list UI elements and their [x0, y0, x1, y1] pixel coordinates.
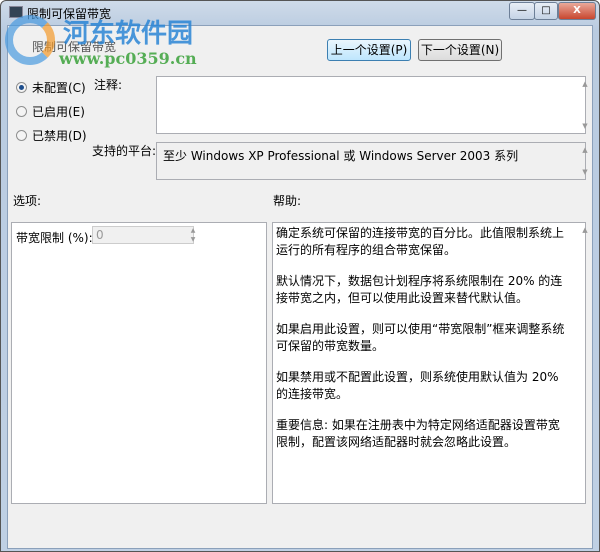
help-paragraph: 重要信息: 如果在注册表中为特定网络适配器设置带宽限制，配置该网络适配器时就会忽…: [276, 418, 560, 449]
radio-dot: [16, 82, 27, 93]
radio-label: 已启用(E): [32, 105, 85, 119]
radio-dot: [16, 106, 27, 117]
radio-dot: [16, 130, 27, 141]
platform-scrollbar[interactable]: ▲ ▼: [569, 143, 587, 179]
radio-enabled[interactable]: 已启用(E): [16, 103, 85, 120]
bandwidth-limit-label: 带宽限制 (%):: [16, 231, 93, 245]
help-paragraph: 如果启用此设置，则可以使用“带宽限制”框来调整系统可保留的带宽数量。: [276, 322, 565, 353]
watermark-logo-icon: [5, 15, 55, 65]
comment-label: 注释:: [94, 78, 123, 92]
platform-label: 支持的平台:: [92, 144, 157, 158]
maximize-button[interactable]: □: [534, 2, 558, 20]
policy-window: 限制可保留带宽 — □ X 限制可保留带宽 上一个设置(P) 下一个设置(N) …: [0, 0, 600, 552]
options-panel: 带宽限制 (%): 0 ▲ ▼: [11, 222, 267, 504]
bandwidth-limit-value: 0: [96, 228, 104, 242]
close-button[interactable]: X: [558, 2, 596, 20]
platform-field: 至少 Windows XP Professional 或 Windows Ser…: [156, 142, 588, 180]
minimize-button[interactable]: —: [509, 2, 535, 20]
platform-value: 至少 Windows XP Professional 或 Windows Ser…: [163, 149, 519, 163]
spinner-arrows[interactable]: ▲ ▼: [181, 227, 196, 243]
bandwidth-limit-spinner[interactable]: 0 ▲ ▼: [92, 226, 196, 244]
radio-label: 已禁用(D): [32, 129, 87, 143]
help-panel: 确定系统可保留的连接带宽的百分比。此值限制系统上运行的所有程序的组合带宽保留。 …: [272, 222, 588, 504]
watermark-site: 河东软件园: [63, 19, 194, 49]
radio-not-configured[interactable]: 未配置(C): [16, 79, 86, 96]
options-heading: 选项:: [13, 194, 42, 208]
radio-disabled[interactable]: 已禁用(D): [16, 127, 87, 144]
help-paragraph: 默认情况下，数据包计划程序将系统限制在 20% 的连接带宽之内，但可以使用此设置…: [276, 274, 563, 305]
help-scrollbar[interactable]: ▲: [569, 223, 587, 503]
comment-scrollbar[interactable]: ▲ ▼: [569, 77, 587, 133]
help-paragraph: 如果禁用或不配置此设置，则系统使用默认值为 20% 的连接带宽。: [276, 370, 559, 401]
help-paragraph: 确定系统可保留的连接带宽的百分比。此值限制系统上运行的所有程序的组合带宽保留。: [276, 226, 565, 257]
watermark-url: www.pc0359.cn: [59, 49, 197, 68]
prev-setting-button[interactable]: 上一个设置(P): [327, 39, 411, 61]
comment-input[interactable]: ▲ ▼: [156, 76, 588, 134]
next-setting-button[interactable]: 下一个设置(N): [418, 39, 502, 61]
dialog-client: 限制可保留带宽 上一个设置(P) 下一个设置(N) 未配置(C) 已启用(E) …: [7, 25, 593, 549]
help-heading: 帮助:: [273, 194, 302, 208]
radio-label: 未配置(C): [32, 81, 86, 95]
